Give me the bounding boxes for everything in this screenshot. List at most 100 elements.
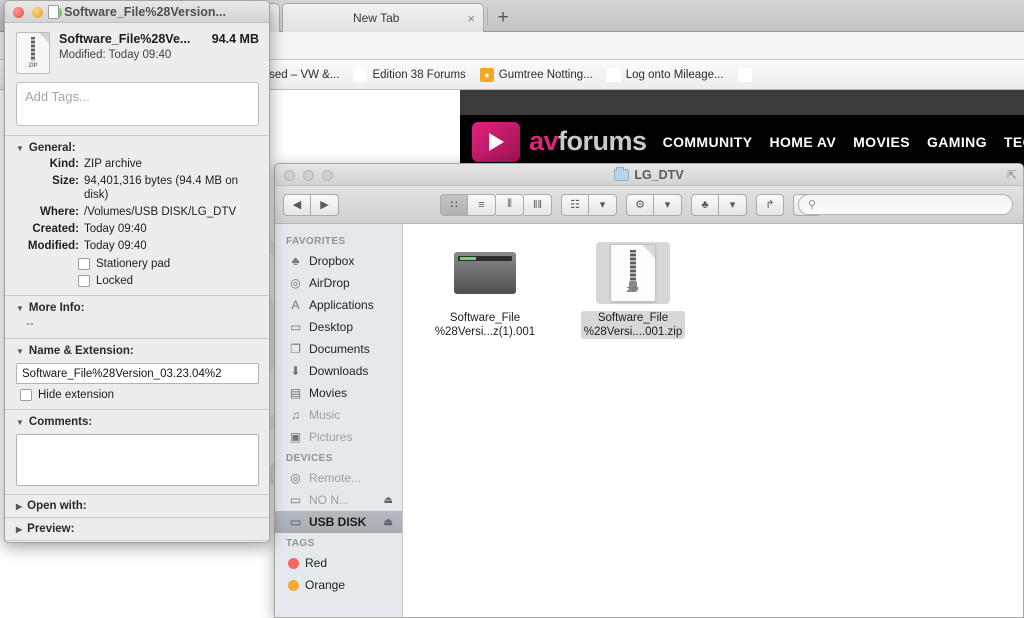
locked-checkbox[interactable] [78,275,90,287]
action-button[interactable]: ⚙ ▾ [626,193,682,216]
info-row-where-key: Where: [40,206,79,218]
sidebar-item-airdrop-label: AirDrop [309,276,350,290]
forward-button[interactable]: ▶ [311,193,339,216]
search-icon: ⚲ [808,199,817,211]
bookmark-mileage[interactable]: ✖ Log onto Mileage... [600,63,731,87]
sidebar-item-tag-orange-label: Orange [305,578,346,592]
search-input[interactable]: ⚲ [798,194,1013,215]
eject-icon[interactable]: ⏏ [384,495,393,506]
sidebar-item-dropbox[interactable]: ♣ Dropbox [275,250,402,272]
sidebar-item-usb-disk[interactable]: ▭ USB DISK ⏏ [275,511,402,533]
disclosure-triangle-icon[interactable]: ▼ [16,347,24,356]
arrange-button[interactable]: ☷ ▾ [561,193,617,216]
sidebar-item-documents[interactable]: ❐ Documents [275,338,402,360]
info-header-meta: Software_File%28Ve... 94.4 MB Modified: … [59,32,259,61]
disclosure-triangle-icon[interactable]: ▼ [16,418,24,427]
share-button[interactable]: ↱ [756,193,784,216]
nav-movies[interactable]: MOVIES [853,134,910,150]
sidebar-item-applications-label: Applications [309,298,374,312]
bookmark-gumtree[interactable]: ● Gumtree Notting... [473,63,600,87]
arrange-icon: ☷ [561,193,589,216]
stationery-pad-row[interactable]: Stationery pad [78,258,259,270]
sidebar-item-airdrop[interactable]: ◎ AirDrop [275,272,402,294]
info-section-more-info: ▼ More Info: -- [5,295,269,338]
nav-gaming[interactable]: GAMING [927,134,987,150]
sidebar-item-pictures-label: Pictures [309,430,353,444]
file-item-zip[interactable]: ZIP Software_File %28Versi....001.zip [577,242,689,339]
sidebar-item-downloads[interactable]: ⬇ Downloads [275,360,402,382]
disclosure-triangle-icon[interactable]: ▼ [16,304,24,313]
column-view-button[interactable]: ⦀ [496,193,524,216]
more-info-section-header[interactable]: ▼ More Info: [16,302,259,314]
info-title-bar: Software_File%28Version... [5,1,269,23]
usb-drive-icon: ▭ [289,515,302,529]
disclosure-triangle-icon[interactable]: ▶ [16,525,22,534]
general-section-label: General: [28,142,76,154]
nav-home-av[interactable]: HOME AV [770,134,837,150]
file-name-input[interactable]: Software_File%28Version_03.23.04%2 [16,363,259,384]
browser-tab-2[interactable]: New Tab × [282,3,484,32]
finder-file-area: Software_File %28Versi...z(1).001 ZIP So… [403,224,1023,617]
hide-extension-row[interactable]: Hide extension [20,389,259,401]
back-button[interactable]: ◀ [283,193,311,216]
mail-icon: M [737,67,752,82]
hide-extension-checkbox[interactable] [20,389,32,401]
general-section-header[interactable]: ▼ General: [16,142,259,154]
bookmark-gumtree-label: Gumtree Notting... [498,68,593,81]
coverflow-view-button[interactable]: ‖‖ [524,193,552,216]
info-section-name-extension: ▼ Name & Extension: Software_File%28Vers… [5,338,269,409]
sidebar-item-music[interactable]: ♫ Music [275,404,402,426]
nav-community[interactable]: COMMUNITY [663,134,753,150]
finder-body: FAVORITES ♣ Dropbox ◎ AirDrop A Applicat… [275,224,1023,617]
dropbox-button[interactable]: ♣ ▾ [691,193,747,216]
file-item-firmware[interactable]: Software_File %28Versi...z(1).001 [429,242,541,339]
disclosure-triangle-icon[interactable]: ▶ [16,502,22,511]
bookmark-edition38[interactable]: ▼ Edition 38 Forums [346,63,472,87]
bookmark-mileage-label: Log onto Mileage... [625,68,724,81]
sidebar-item-applications[interactable]: A Applications [275,294,402,316]
info-row-size-value: 94,401,316 bytes (94.4 MB on disk) [84,175,239,201]
sidebar-item-tag-orange[interactable]: Orange [275,574,402,596]
name-extension-section-header[interactable]: ▼ Name & Extension: [16,345,259,357]
finder-title: LG_DTV [275,164,1023,186]
comments-section-header[interactable]: ▼ Comments: [16,416,259,428]
gear-icon: ⚙ [626,193,654,216]
browser-tab-2-close-icon[interactable]: × [467,12,475,25]
action-caret-icon: ▾ [654,193,682,216]
icon-view-button[interactable]: ∷ [440,193,468,216]
pictures-icon: ▣ [289,430,302,444]
open-with-section-header[interactable]: ▶ Open with: [16,500,259,512]
avforums-brand-av: av [529,126,559,156]
bookmark-mail[interactable]: M [731,63,764,87]
sidebar-item-movies[interactable]: ▤ Movies [275,382,402,404]
sidebar-header-tags: TAGS [286,538,315,549]
nav-tech[interactable]: TECH [1004,134,1024,150]
comments-textarea[interactable] [16,434,259,486]
locked-row[interactable]: Locked [78,275,259,287]
sidebar-item-pictures[interactable]: ▣ Pictures [275,426,402,448]
file-item-zip-label: Software_File %28Versi....001.zip [580,311,686,339]
info-row-kind-value: ZIP archive [84,158,142,170]
arrange-caret-icon: ▾ [589,193,617,216]
preview-section-header[interactable]: ▶ Preview: [16,523,259,535]
new-tab-button[interactable]: + [492,7,514,29]
sidebar-item-desktop[interactable]: ▭ Desktop [275,316,402,338]
info-row-kind-key: Kind: [49,158,79,170]
fullscreen-icon[interactable]: ⇱ [1007,168,1017,182]
sidebar-item-remote-disc[interactable]: ◎ Remote... [275,467,402,489]
add-tags-field[interactable]: Add Tags... [16,82,259,126]
sidebar-item-tag-red[interactable]: Red [275,552,402,574]
get-info-window: Software_File%28Version... ZIP Software_… [4,0,270,543]
sidebar-item-tag-red-label: Red [305,556,328,570]
eject-icon[interactable]: ⏏ [384,517,393,528]
info-row-size: Size: 94,401,316 bytes (94.4 MB on disk) [16,174,259,202]
disclosure-triangle-icon[interactable]: ▼ [16,144,24,153]
sidebar-item-no-name[interactable]: ▭ NO N... ⏏ [275,489,402,511]
info-row-size-key: Size: [52,175,79,187]
info-title-text: Software_File%28Version... [64,5,226,19]
browser-tab-2-title: New Tab [352,11,400,25]
info-header: ZIP Software_File%28Ve... 94.4 MB Modifi… [5,23,269,82]
list-view-button[interactable]: ≡ [468,193,496,216]
stationery-pad-checkbox[interactable] [78,258,90,270]
info-section-general: ▼ General: Kind: ZIP archive Size: 94,40… [5,135,269,295]
